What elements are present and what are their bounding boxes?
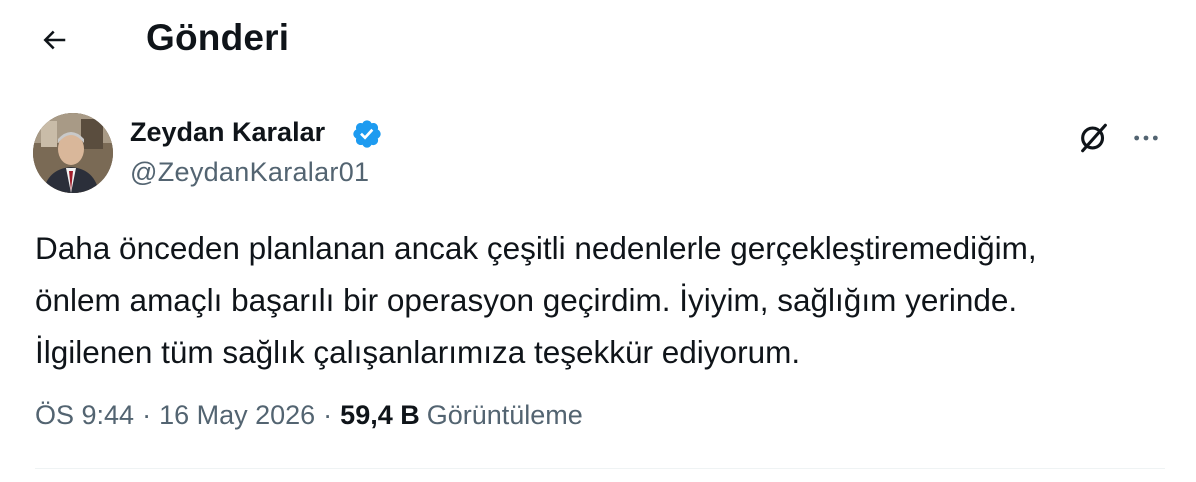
author-name[interactable]: Zeydan Karalar bbox=[130, 117, 325, 148]
arrow-left-icon bbox=[43, 30, 66, 50]
views-count: 59,4 B bbox=[340, 400, 420, 430]
divider bbox=[35, 468, 1165, 469]
post-meta: ÖS 9:44 · 16 May 2026 · 59,4 B Görüntüle… bbox=[35, 400, 583, 431]
page-title: Gönderi bbox=[146, 17, 290, 58]
back-button[interactable] bbox=[28, 14, 80, 66]
meta-separator: · bbox=[323, 400, 333, 430]
views-label: Görüntüleme bbox=[426, 400, 583, 430]
verified-badge-icon[interactable] bbox=[351, 118, 383, 150]
more-horizontal-icon bbox=[1134, 135, 1158, 141]
post-date[interactable]: 16 May 2026 bbox=[159, 400, 315, 431]
post-time[interactable]: ÖS 9:44 bbox=[35, 400, 134, 431]
post-page: Gönderi Zeydan Karalar @ZeydanKaralar01 bbox=[0, 0, 1196, 482]
avatar[interactable] bbox=[33, 113, 113, 193]
meta-separator: · bbox=[142, 400, 152, 430]
author-handle[interactable]: @ZeydanKaralar01 bbox=[130, 157, 369, 188]
page-header: Gönderi bbox=[0, 0, 1196, 80]
more-button[interactable] bbox=[1124, 116, 1168, 160]
grok-icon bbox=[1081, 123, 1107, 153]
avatar-image bbox=[33, 113, 113, 193]
post-text: Daha önceden planlanan ancak çeşitli ned… bbox=[35, 230, 1037, 370]
grok-button[interactable] bbox=[1072, 116, 1116, 160]
